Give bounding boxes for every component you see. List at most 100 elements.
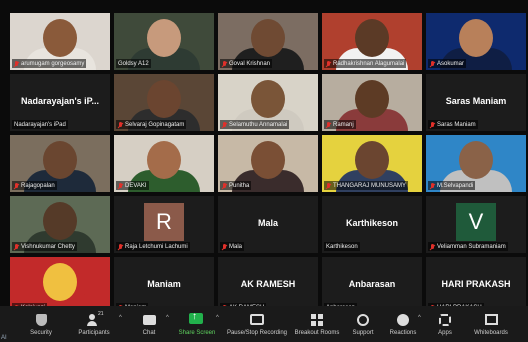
breakout-rooms-label: Breakout Rooms <box>294 329 340 336</box>
participant-name-label: Mala <box>220 242 245 251</box>
participant-name: Radhakrishnan Alagumalai <box>333 60 405 67</box>
participant-name: Vishnukumar Chetty <box>21 243 75 250</box>
participants-chevron-up-icon[interactable]: ^ <box>119 315 122 321</box>
avatar: R <box>144 202 184 241</box>
participant-tile[interactable]: Goldsy A12 <box>114 13 214 70</box>
participant-name-label: Radhakrishnan Alagumalai <box>324 59 407 68</box>
participant-name-label: Selamuthu Annamalai <box>220 120 290 129</box>
participants-count: 21 <box>98 310 104 317</box>
support-icon <box>355 313 371 327</box>
reactions-button[interactable]: Reactions <box>386 306 420 342</box>
share-screen-label: Share Screen <box>178 329 216 336</box>
participant-name-label: Punitha <box>220 181 252 190</box>
mic-muted-icon <box>222 121 227 128</box>
participant-name-label: DEVAKI <box>116 181 149 190</box>
mic-muted-icon <box>14 60 19 67</box>
participant-name: DEVAKI <box>125 182 147 189</box>
participant-face <box>43 19 77 58</box>
participant-tile[interactable]: Rajagopalan <box>10 135 110 192</box>
whiteboards-label: Whiteboards <box>474 329 508 336</box>
whiteboard-icon <box>483 313 499 327</box>
participant-name: Selvaraj Gopinagatam <box>125 121 185 128</box>
participant-tile[interactable]: Asokumar <box>426 13 526 70</box>
participant-name: Karthikeson <box>326 243 358 250</box>
recording-button[interactable]: Pause/Stop Recording <box>224 306 290 342</box>
participant-tile[interactable]: arumugam gorgeosamy <box>10 13 110 70</box>
participant-tile[interactable]: Selamuthu Annamalai <box>218 74 318 131</box>
mic-muted-icon <box>118 243 123 250</box>
participants-label: Participants <box>78 329 110 336</box>
participant-tile[interactable]: Punitha <box>218 135 318 192</box>
participant-name-label: Goval Krishnan <box>220 59 273 68</box>
chat-icon <box>141 313 157 327</box>
participant-name: Asokumar <box>437 60 465 67</box>
participant-face <box>251 19 285 58</box>
mic-muted-icon <box>430 121 435 128</box>
participants-icon: 21 <box>86 310 104 327</box>
participant-name-label: Karthikeson <box>324 242 360 251</box>
participant-display-name: Saras Maniam <box>445 95 507 106</box>
participant-tile[interactable]: V Veliamman Subramaniam <box>426 196 526 253</box>
participant-face <box>355 141 389 180</box>
participant-tile[interactable]: Mala Mala <box>218 196 318 253</box>
breakout-rooms-button[interactable]: Breakout Rooms <box>294 306 340 342</box>
participant-name-label: Goldsy A12 <box>116 59 151 68</box>
participant-name: Raja Letchumi Lachumi <box>125 243 188 250</box>
reactions-icon <box>395 313 411 327</box>
participant-face <box>355 19 389 58</box>
participant-name: arumugam gorgeosamy <box>21 60 85 67</box>
participant-tile[interactable]: Vishnukumar Chetty <box>10 196 110 253</box>
participant-tile[interactable]: Selvaraj Gopinagatam <box>114 74 214 131</box>
participant-tile[interactable]: Saras Maniam Saras Maniam <box>426 74 526 131</box>
mic-muted-icon <box>14 182 19 189</box>
participant-name: Nadarayajan's iPad <box>14 121 66 128</box>
participant-tile[interactable]: M.Selvapandi <box>426 135 526 192</box>
support-button[interactable]: Support <box>348 306 378 342</box>
participant-name-label: Ramanj <box>324 120 356 129</box>
mic-muted-icon <box>430 60 435 67</box>
chat-chevron-up-icon[interactable]: ^ <box>166 315 169 321</box>
mic-muted-icon <box>222 243 227 250</box>
participant-name: Ramanj <box>333 121 354 128</box>
participant-face <box>147 80 181 119</box>
breakout-rooms-icon <box>309 313 325 327</box>
participant-tile[interactable]: Ramanj <box>322 74 422 131</box>
security-label: Security <box>30 329 52 336</box>
reactions-label: Reactions <box>389 329 417 336</box>
participant-tile[interactable]: R Raja Letchumi Lachumi <box>114 196 214 253</box>
share-screen-icon <box>189 311 205 327</box>
participant-tile[interactable]: Nadarayajan's iP... Nadarayajan's iPad <box>10 74 110 131</box>
record-icon <box>249 313 265 327</box>
corner-tag: AI <box>1 335 7 341</box>
support-label: Support <box>352 329 374 336</box>
participant-tile[interactable]: THANGARAJ MUNUSAMY <box>322 135 422 192</box>
participant-name: M.Selvapandi <box>437 182 474 189</box>
participant-face <box>355 80 389 119</box>
whiteboards-button[interactable]: Whiteboards <box>470 306 512 342</box>
participant-name: Selamuthu Annamalai <box>229 121 288 128</box>
share-screen-button[interactable]: Share Screen <box>178 306 216 342</box>
participant-tile[interactable]: Goval Krishnan <box>218 13 318 70</box>
participant-display-name: Nadarayajan's iP... <box>20 95 100 106</box>
participant-name-label: Rajagopalan <box>12 181 57 190</box>
apps-button[interactable]: Apps <box>432 306 458 342</box>
participant-name-label: Asokumar <box>428 59 467 68</box>
mic-muted-icon <box>326 182 331 189</box>
reactions-chevron-up-icon[interactable]: ^ <box>418 315 421 321</box>
participant-name: Goldsy A12 <box>118 60 149 67</box>
participant-tile[interactable]: Karthikeson Karthikeson <box>322 196 422 253</box>
participant-tile[interactable]: DEVAKI <box>114 135 214 192</box>
participant-name: Saras Maniam <box>437 121 476 128</box>
participant-name: Mala <box>229 243 243 250</box>
participant-grid: arumugam gorgeosamy Goldsy A12 Goval Krish… <box>0 0 528 314</box>
participant-tile[interactable]: Radhakrishnan Alagumalai <box>322 13 422 70</box>
participant-display-name: Anbarasan <box>348 278 396 289</box>
chat-button[interactable]: Chat <box>136 306 162 342</box>
mic-muted-icon <box>326 60 331 67</box>
participants-button[interactable]: 21 Participants <box>74 306 114 342</box>
participant-face <box>251 80 285 119</box>
participant-name-label: Selvaraj Gopinagatam <box>116 120 187 129</box>
security-button[interactable]: Security <box>24 306 58 342</box>
share-chevron-up-icon[interactable]: ^ <box>216 315 219 321</box>
mic-muted-icon <box>222 60 227 67</box>
